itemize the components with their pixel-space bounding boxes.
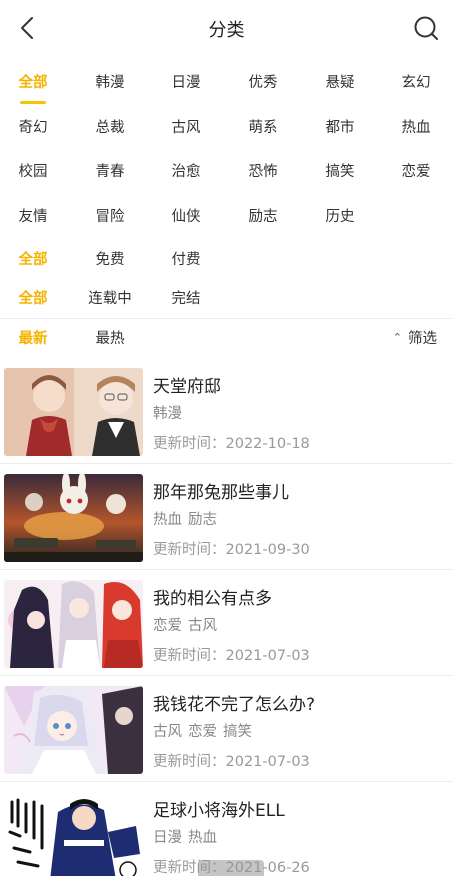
- status-option[interactable]: 连载中: [80, 284, 140, 314]
- genre-option[interactable]: 恐怖: [233, 157, 293, 187]
- price-option[interactable]: 全部: [3, 245, 63, 275]
- genre-option[interactable]: 恋爱: [386, 157, 446, 187]
- comic-tag: 恋爱: [153, 618, 182, 634]
- comic-updated: 更新时间：2022-10-18: [153, 436, 310, 452]
- comic-updated: 更新时间：2021-07-03: [153, 754, 310, 770]
- comic-title: 天堂府邸: [153, 377, 221, 397]
- status-option[interactable]: 全部: [3, 284, 63, 314]
- comic-cover: [4, 792, 143, 876]
- comic-cover: [4, 580, 143, 668]
- search-icon[interactable]: [411, 13, 441, 43]
- genre-filter-row: 友情 冒险 仙侠 励志 历史: [0, 202, 453, 232]
- comic-tags: 日漫 热血: [153, 826, 223, 847]
- toast-overlay: [198, 860, 264, 876]
- comic-tag: 恋爱: [188, 724, 217, 740]
- comic-tag: 热血: [153, 512, 182, 528]
- comic-cover: [4, 474, 143, 562]
- page-title: 分类: [208, 20, 245, 41]
- comic-cover: [4, 686, 143, 774]
- comic-tags: 热血 励志: [153, 508, 223, 529]
- comic-tag: 励志: [188, 512, 217, 528]
- top-bar: 分类: [0, 0, 453, 56]
- genre-option[interactable]: 奇幻: [3, 113, 63, 143]
- genre-option[interactable]: 玄幻: [386, 68, 446, 98]
- price-filter-row: 全部 免费 付费: [0, 245, 453, 275]
- comic-tag: 古风: [188, 618, 217, 634]
- genre-option[interactable]: 总裁: [80, 113, 140, 143]
- divider: [0, 318, 453, 319]
- comic-title: 那年那兔那些事儿: [153, 483, 289, 503]
- comic-title: 足球小将海外ELL: [153, 801, 285, 821]
- filter-toggle-button[interactable]: ⌃ 筛选: [393, 325, 437, 353]
- sort-row: 最新 最热: [0, 324, 453, 354]
- genre-option[interactable]: 古风: [156, 113, 216, 143]
- genre-option[interactable]: 全部: [3, 68, 63, 98]
- comic-card[interactable]: 那年那兔那些事儿 热血 励志 更新时间：2021-09-30: [0, 464, 453, 570]
- comic-tags: 韩漫: [153, 402, 188, 423]
- comic-updated: 更新时间：2021-09-30: [153, 542, 310, 558]
- genre-option[interactable]: 日漫: [156, 68, 216, 98]
- comic-title: 我的相公有点多: [153, 589, 272, 609]
- comic-updated: 更新时间：2021-07-03: [153, 648, 310, 664]
- genre-option[interactable]: 友情: [3, 202, 63, 232]
- genre-option[interactable]: 青春: [80, 157, 140, 187]
- sort-option[interactable]: 最新: [3, 324, 63, 354]
- comic-tag: 搞笑: [223, 724, 252, 740]
- genre-option[interactable]: 热血: [386, 113, 446, 143]
- genre-option[interactable]: 冒险: [80, 202, 140, 232]
- genre-option[interactable]: 韩漫: [80, 68, 140, 98]
- genre-option[interactable]: 悬疑: [310, 68, 370, 98]
- genre-option[interactable]: 历史: [310, 202, 370, 232]
- comic-tag: 古风: [153, 724, 182, 740]
- comic-tags: 恋爱 古风: [153, 614, 223, 635]
- price-option[interactable]: 免费: [80, 245, 140, 275]
- genre-option[interactable]: 励志: [233, 202, 293, 232]
- comic-card[interactable]: 我的相公有点多 恋爱 古风 更新时间：2021-07-03: [0, 570, 453, 676]
- genre-filter-row: 全部 韩漫 日漫 优秀 悬疑 玄幻: [0, 68, 453, 98]
- comic-tags: 古风 恋爱 搞笑: [153, 720, 258, 741]
- sort-option[interactable]: 最热: [80, 324, 140, 354]
- genre-option[interactable]: 优秀: [233, 68, 293, 98]
- status-option[interactable]: 完结: [156, 284, 216, 314]
- comic-card[interactable]: 天堂府邸 韩漫 更新时间：2022-10-18: [0, 358, 453, 464]
- chevron-up-icon: ⌃: [392, 331, 402, 344]
- comic-tag: 韩漫: [153, 406, 182, 422]
- genre-option[interactable]: 校园: [3, 157, 63, 187]
- comic-tag: 热血: [188, 830, 217, 846]
- genre-option[interactable]: 治愈: [156, 157, 216, 187]
- comic-tag: 日漫: [153, 830, 182, 846]
- active-tab-indicator: [20, 101, 46, 104]
- price-option[interactable]: 付费: [156, 245, 216, 275]
- genre-filter-row: 奇幻 总裁 古风 萌系 都市 热血: [0, 113, 453, 143]
- status-filter-row: 全部 连载中 完结: [0, 284, 453, 314]
- comic-cover: [4, 368, 143, 456]
- comic-title: 我钱花不完了怎么办?: [153, 695, 316, 715]
- comic-card[interactable]: 我钱花不完了怎么办? 古风 恋爱 搞笑 更新时间：2021-07-03: [0, 676, 453, 782]
- genre-option[interactable]: 搞笑: [310, 157, 370, 187]
- genre-option[interactable]: 都市: [310, 113, 370, 143]
- genre-filter-row: 校园 青春 治愈 恐怖 搞笑 恋爱: [0, 157, 453, 187]
- genre-option[interactable]: 萌系: [233, 113, 293, 143]
- genre-option[interactable]: 仙侠: [156, 202, 216, 232]
- filter-label: 筛选: [408, 331, 437, 347]
